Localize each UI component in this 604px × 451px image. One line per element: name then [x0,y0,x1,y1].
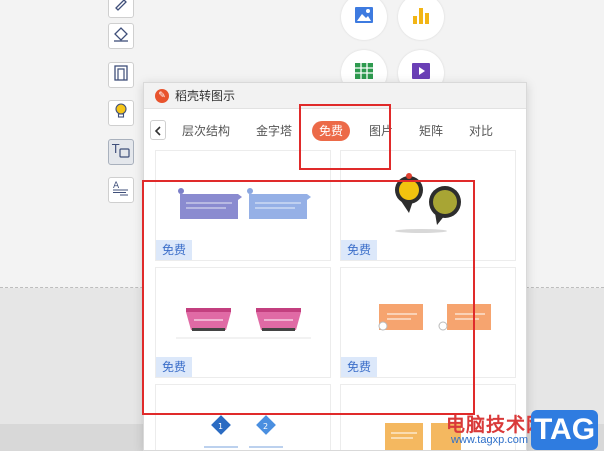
bar-chart-icon [410,4,432,30]
tab-pyramid[interactable]: 金字塔 [256,121,292,141]
svg-text:2: 2 [263,422,268,431]
annotation-box-free-tab [299,104,391,170]
frame-icon [112,64,130,86]
fill-tool-button[interactable] [108,23,134,49]
paint-bucket-icon [112,25,130,47]
pen-tool-button[interactable] [108,0,134,18]
idea-tool-button[interactable] [108,100,134,126]
text-format-button[interactable]: A [108,177,134,203]
tab-matrix[interactable]: 矩阵 [419,121,443,141]
chevron-left-icon [154,121,162,140]
lightbulb-icon [112,102,130,124]
text-to-diagram-button[interactable]: T [108,139,134,165]
text-align-icon: A [112,179,130,201]
panel-title: 稻壳转图示 [175,89,236,103]
svg-text:1: 1 [218,422,223,431]
tab-scroll-left-button[interactable] [150,120,166,140]
svg-text:T: T [111,142,120,156]
frame-tool-button[interactable] [108,62,134,88]
watermark-tag-logo: TAG [531,410,598,450]
text-to-diagram-icon: T [111,141,131,163]
image-icon [353,4,375,30]
watermark-url: www.tagxp.com [451,434,529,446]
tab-comparison[interactable]: 对比 [469,121,493,141]
tab-hierarchy[interactable]: 层次结构 [182,121,230,141]
docer-logo-icon: ✎ [155,88,169,103]
annotation-box-free-templates [142,180,475,415]
pen-icon [113,0,129,15]
